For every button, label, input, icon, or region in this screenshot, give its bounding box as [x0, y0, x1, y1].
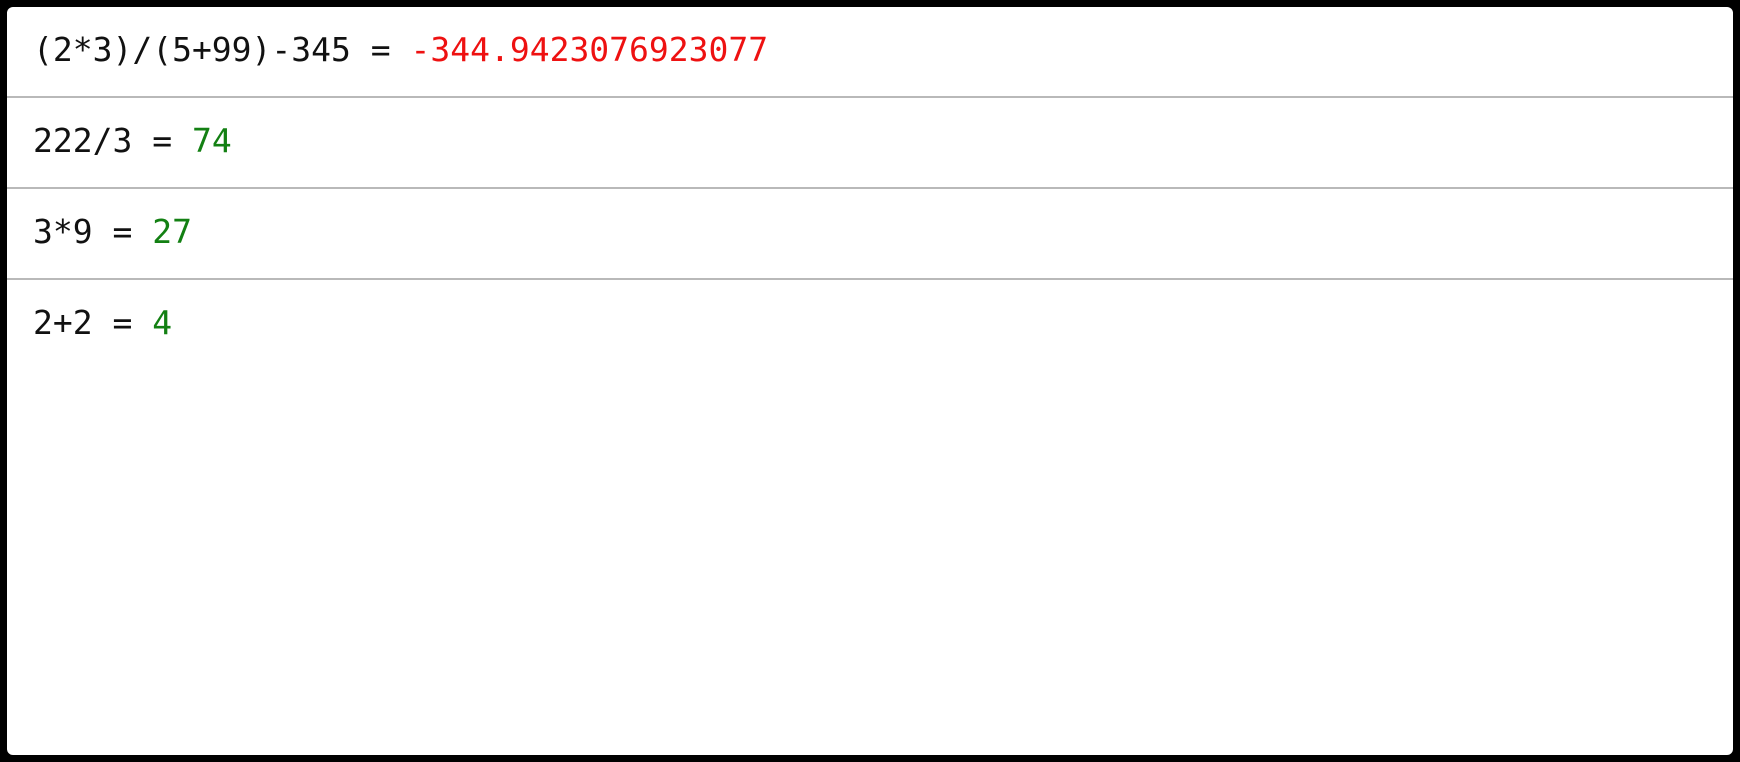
equals-sign: = — [132, 121, 192, 160]
history-row[interactable]: (2*3)/(5+99)-345 = -344.9423076923077 — [7, 7, 1733, 98]
expression-text: 2+2 — [33, 303, 93, 342]
result-value: -344.9423076923077 — [410, 30, 769, 69]
equals-sign: = — [350, 30, 411, 69]
expression-text: 3*9 — [33, 212, 93, 251]
result-value: 4 — [152, 303, 173, 342]
history-list: (2*3)/(5+99)-345 = -344.9423076923077 22… — [7, 7, 1733, 371]
history-row[interactable]: 222/3 = 74 — [7, 98, 1733, 189]
calculator-window: (2*3)/(5+99)-345 = -344.9423076923077 22… — [0, 0, 1740, 762]
result-value: 27 — [152, 212, 192, 251]
history-row[interactable]: 2+2 = 4 — [7, 280, 1733, 371]
history-row[interactable]: 3*9 = 27 — [7, 189, 1733, 280]
equals-sign: = — [92, 303, 153, 342]
result-value: 74 — [191, 121, 232, 160]
expression-text: (2*3)/(5+99)-345 — [33, 30, 351, 69]
equals-sign: = — [92, 212, 153, 251]
expression-text: 222/3 — [33, 121, 133, 160]
